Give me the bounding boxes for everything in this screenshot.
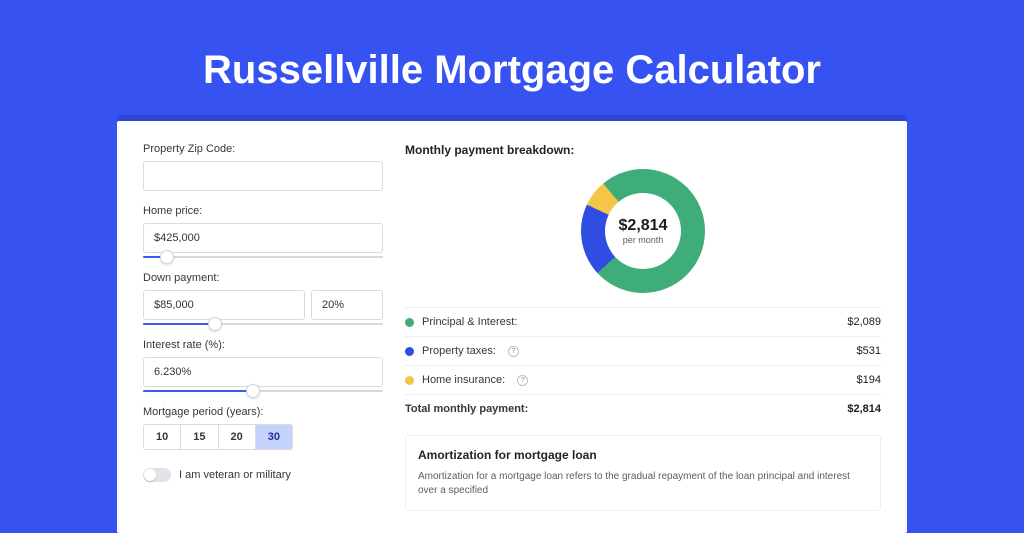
- interest-rate-input[interactable]: [143, 357, 383, 387]
- page-title: Russellville Mortgage Calculator: [0, 48, 1024, 93]
- veteran-toggle-label: I am veteran or military: [179, 469, 291, 481]
- total-value: $2,814: [847, 403, 881, 415]
- down-payment-field: Down payment:: [143, 272, 383, 325]
- legend-row-insurance: Home insurance: ? $194: [405, 365, 881, 394]
- down-payment-label: Down payment:: [143, 272, 383, 284]
- amortization-card: Amortization for mortgage loan Amortizat…: [405, 435, 881, 511]
- period-option-15[interactable]: 15: [181, 424, 218, 450]
- help-icon[interactable]: ?: [517, 375, 528, 386]
- home-price-slider[interactable]: [143, 256, 383, 258]
- toggle-knob-icon: [144, 469, 156, 481]
- legend-label: Property taxes:: [422, 345, 496, 357]
- legend-row-taxes: Property taxes: ? $531: [405, 336, 881, 365]
- down-payment-slider[interactable]: [143, 323, 383, 325]
- veteran-toggle[interactable]: [143, 468, 171, 482]
- mortgage-period-selector: 10 15 20 30: [143, 424, 383, 450]
- donut-sublabel: per month: [623, 235, 664, 245]
- zip-field: Property Zip Code:: [143, 143, 383, 191]
- slider-thumb-icon[interactable]: [246, 384, 260, 398]
- interest-rate-slider[interactable]: [143, 390, 383, 392]
- breakdown-panel: Monthly payment breakdown: $2,814 per mo…: [405, 143, 881, 511]
- period-option-20[interactable]: 20: [219, 424, 256, 450]
- amortization-body: Amortization for a mortgage loan refers …: [418, 470, 868, 498]
- legend-row-principal: Principal & Interest: $2,089: [405, 307, 881, 336]
- legend-dot-icon: [405, 376, 414, 385]
- legend-label: Principal & Interest:: [422, 316, 517, 328]
- zip-label: Property Zip Code:: [143, 143, 383, 155]
- calculator-card: Property Zip Code: Home price: Down paym…: [117, 121, 907, 533]
- amortization-title: Amortization for mortgage loan: [418, 448, 868, 462]
- legend-value: $531: [857, 345, 881, 357]
- help-icon[interactable]: ?: [508, 346, 519, 357]
- donut-amount: $2,814: [619, 217, 668, 235]
- mortgage-period-field: Mortgage period (years): 10 15 20 30: [143, 406, 383, 450]
- total-label: Total monthly payment:: [405, 403, 528, 415]
- home-price-field: Home price:: [143, 205, 383, 258]
- donut-chart: $2,814 per month: [405, 169, 881, 293]
- period-option-10[interactable]: 10: [143, 424, 181, 450]
- down-payment-input[interactable]: [143, 290, 305, 320]
- zip-input[interactable]: [143, 161, 383, 191]
- breakdown-title: Monthly payment breakdown:: [405, 143, 881, 157]
- legend-label: Home insurance:: [422, 374, 505, 386]
- mortgage-period-label: Mortgage period (years):: [143, 406, 383, 418]
- slider-thumb-icon[interactable]: [160, 250, 174, 264]
- period-option-30[interactable]: 30: [256, 424, 293, 450]
- legend-dot-icon: [405, 318, 414, 327]
- interest-rate-label: Interest rate (%):: [143, 339, 383, 351]
- slider-thumb-icon[interactable]: [208, 317, 222, 331]
- donut-center: $2,814 per month: [605, 193, 681, 269]
- home-price-label: Home price:: [143, 205, 383, 217]
- down-payment-pct-input[interactable]: [311, 290, 383, 320]
- legend-dot-icon: [405, 347, 414, 356]
- legend-row-total: Total monthly payment: $2,814: [405, 394, 881, 423]
- legend-value: $194: [857, 374, 881, 386]
- interest-rate-field: Interest rate (%):: [143, 339, 383, 392]
- home-price-input[interactable]: [143, 223, 383, 253]
- input-panel: Property Zip Code: Home price: Down paym…: [143, 143, 383, 511]
- legend-value: $2,089: [847, 316, 881, 328]
- veteran-toggle-row: I am veteran or military: [143, 468, 383, 482]
